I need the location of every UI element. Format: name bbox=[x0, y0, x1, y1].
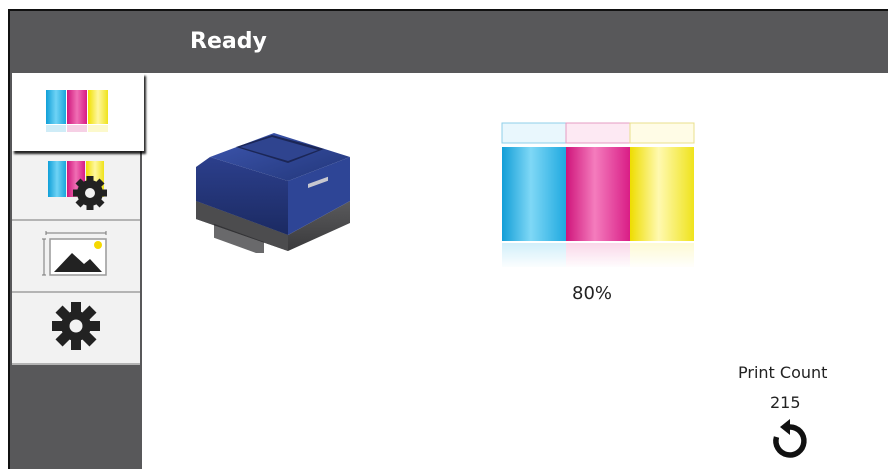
cmyk-ink-icon bbox=[42, 84, 114, 141]
sidebar-item-ink-settings[interactable] bbox=[12, 151, 140, 221]
yellow-ink-level bbox=[630, 147, 694, 241]
print-count-label: Print Count bbox=[738, 363, 828, 382]
header-bar: Ready bbox=[10, 11, 888, 73]
sidebar-item-settings[interactable] bbox=[12, 293, 140, 365]
ink-gear-icon bbox=[40, 155, 112, 216]
printer-icon bbox=[190, 123, 360, 258]
gear-icon bbox=[50, 300, 102, 357]
cyan-ink-level bbox=[502, 147, 566, 241]
ink-level-percent: 80% bbox=[572, 283, 613, 304]
app-window: Ready 80% Print Count 215 bbox=[8, 9, 888, 469]
reset-icon bbox=[768, 419, 812, 467]
main-content: 80% Print Count 215 bbox=[142, 73, 888, 469]
sidebar bbox=[10, 73, 144, 469]
printer-status: Ready bbox=[190, 29, 267, 54]
print-count-value: 215 bbox=[770, 393, 801, 412]
sidebar-item-image-settings[interactable] bbox=[12, 221, 140, 293]
ink-level-graphic bbox=[500, 121, 700, 276]
reset-print-count-button[interactable] bbox=[768, 419, 812, 463]
sidebar-item-ink-levels[interactable] bbox=[12, 73, 144, 151]
magenta-ink-level bbox=[566, 147, 630, 241]
image-landscape-icon bbox=[40, 229, 112, 284]
